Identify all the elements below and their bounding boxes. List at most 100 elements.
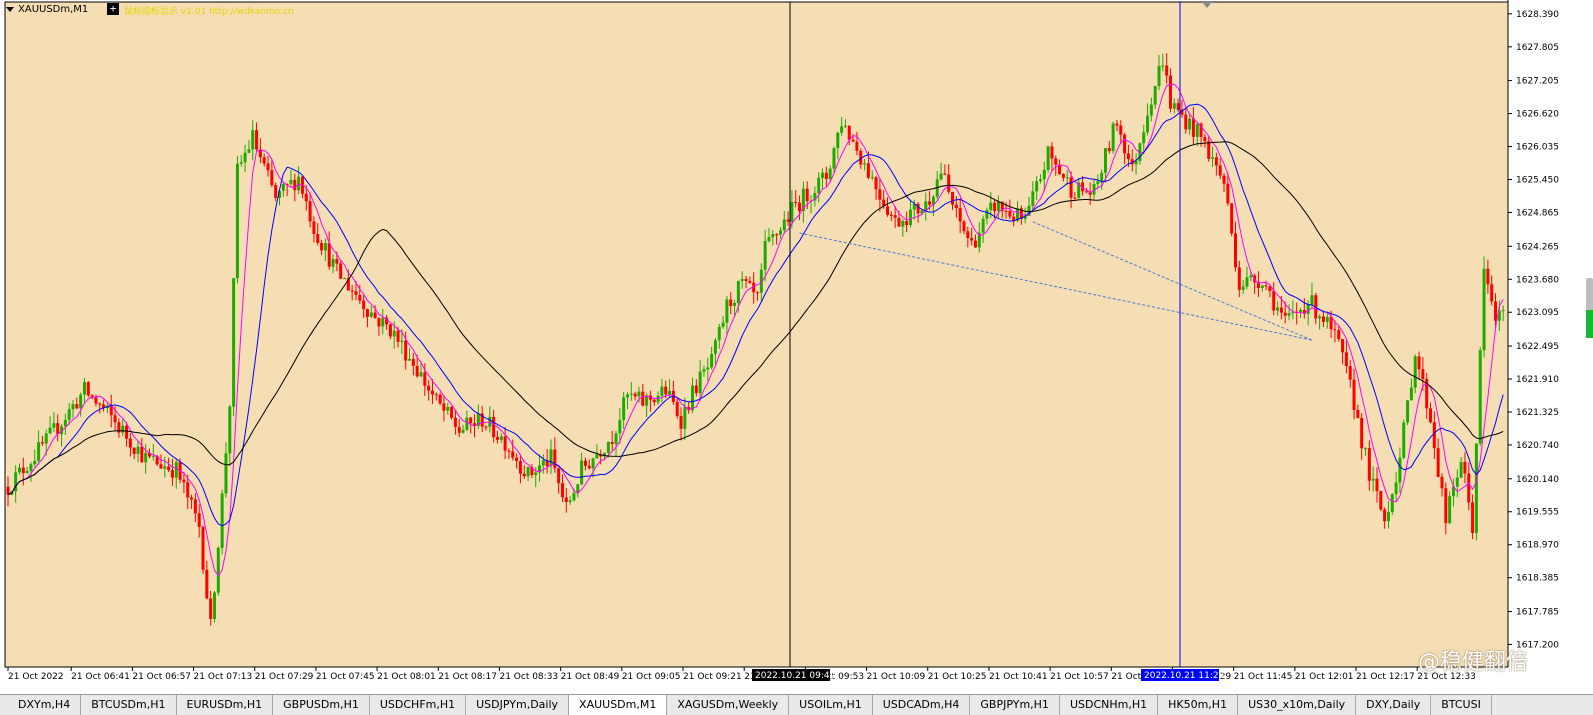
candle-body [947, 174, 951, 192]
candle-body [1471, 502, 1475, 533]
chevron-down-icon[interactable] [6, 7, 14, 12]
candle-body [427, 385, 431, 391]
tab-dxym-h4[interactable]: DXYm,H4 [0, 695, 82, 715]
candle-body [1031, 191, 1035, 206]
tab-xauusdm-m1[interactable]: XAUUSDm,M1 [569, 695, 668, 715]
candle-body [1421, 369, 1425, 379]
candle-body [1237, 267, 1241, 290]
candle-body [943, 173, 947, 175]
tab-gbpjpym-h1[interactable]: GBPJPYm,H1 [970, 695, 1060, 715]
tab-usdjpym-daily[interactable]: USDJPYm,Daily [466, 695, 570, 715]
candle-body [690, 385, 694, 411]
symbol-label[interactable]: XAUUSDm,M1 [6, 4, 88, 15]
candle-body [985, 210, 989, 219]
candle-body [1482, 268, 1486, 351]
candle-body [1035, 181, 1039, 192]
candle-body [316, 233, 320, 243]
candle-body [224, 453, 228, 494]
candle-body [1222, 175, 1226, 184]
candle-body [450, 406, 454, 418]
candle-body [710, 353, 714, 368]
candle-body [1455, 477, 1459, 487]
candle-body [507, 450, 511, 452]
candle-body [63, 420, 67, 427]
candle-body [897, 217, 901, 227]
candle-body [404, 340, 408, 361]
candle-body [1050, 146, 1054, 159]
candle-body [553, 449, 557, 469]
price-tick-label: 1623.680 [1516, 275, 1559, 285]
candle-body [1038, 179, 1042, 182]
price-tick-label: 1620.740 [1516, 441, 1559, 451]
candle-body [981, 218, 985, 233]
candle-body [465, 417, 469, 430]
candle-body [1287, 313, 1291, 316]
candle-body [1494, 301, 1498, 321]
candle-body [243, 152, 247, 163]
tab-usoilm-h1[interactable]: USOILm,H1 [789, 695, 873, 715]
candle-body [220, 493, 224, 548]
price-tick-label: 1619.555 [1516, 508, 1559, 518]
candle-body [29, 464, 33, 472]
tab-usdchfm-h1[interactable]: USDCHFm,H1 [369, 695, 467, 715]
candle-body [1191, 118, 1195, 137]
candle-body [836, 132, 840, 149]
chart-area[interactable]: 1628.390 1627.805 1627.205 1626.620 1626.035… [0, 0, 1593, 694]
price-tick-label: 1623.095 [1516, 308, 1559, 318]
candle-body [170, 470, 174, 478]
candle-body [56, 423, 60, 435]
crosshair-time-label: 2022.10.21 09:44 [755, 671, 836, 681]
price-tick-label: 1627.805 [1516, 43, 1559, 53]
candle-body [86, 382, 90, 396]
candle-body [113, 415, 117, 423]
candle-body [560, 483, 564, 498]
candle-body [495, 437, 499, 440]
candle-body [1149, 104, 1153, 116]
tab-xagusdm-weekly[interactable]: XAGUSDm,Weekly [667, 695, 790, 715]
candle-body [924, 201, 928, 211]
price-tick-label: 1621.325 [1516, 408, 1559, 418]
candle-body [583, 460, 587, 466]
price-tick-label: 1628.390 [1516, 10, 1559, 20]
candle-body [167, 466, 171, 471]
candle-body [798, 202, 802, 212]
candle-body [1321, 316, 1325, 322]
candle-body [461, 429, 465, 433]
candle-body [140, 446, 144, 463]
candle-body [423, 372, 427, 386]
candle-body [1429, 408, 1433, 423]
candle-body [717, 326, 721, 341]
tab-usdcnhm-h1[interactable]: USDCNHm,H1 [1059, 695, 1159, 715]
candle-body [293, 179, 297, 191]
tab-eurusdm-h1[interactable]: EURUSDm,H1 [176, 695, 274, 715]
tab-dxy-daily[interactable]: DXY,Daily [1356, 695, 1432, 715]
candle-body [255, 130, 259, 150]
candle-body [484, 426, 488, 428]
tab-us30-x10m-daily[interactable]: US30_x10m,Daily [1238, 695, 1357, 715]
candle-body [37, 442, 41, 461]
tab-gbpusdm-h1[interactable]: GBPUSDm,H1 [273, 695, 370, 715]
candle-body [541, 460, 545, 466]
candle-body [610, 442, 614, 445]
time-tick-label: 21 Oct 08:01 [377, 672, 436, 682]
candle-body [251, 130, 255, 150]
candle-body [1146, 115, 1150, 133]
candle-body [625, 394, 629, 398]
candle-body [392, 330, 396, 337]
tab-btcusdm-h1[interactable]: BTCUSDm,H1 [81, 695, 177, 715]
price-level-marker[interactable] [1586, 310, 1593, 338]
tab-hk50m-h1[interactable]: HK50m,H1 [1158, 695, 1239, 715]
expert-advisor-button[interactable]: + [107, 3, 119, 15]
tab-btcusi[interactable]: BTCUSI [1431, 695, 1492, 715]
indicator-info-text: 鼠标指标显示 v1.01 http://wdkanmo.cn [124, 7, 294, 17]
candle-body [362, 300, 366, 310]
candle-body [186, 482, 190, 498]
tab-usdcadm-h4[interactable]: USDCADm,H4 [872, 695, 971, 715]
time-tick-label: 21 Oct 10:41 [989, 672, 1048, 682]
candle-body [163, 466, 167, 469]
candle-body [174, 462, 178, 478]
price-chart[interactable]: 1628.390 1627.805 1627.205 1626.620 1626.035… [0, 0, 1593, 694]
candle-body [828, 168, 832, 180]
candle-body [958, 207, 962, 222]
candle-body [1195, 123, 1199, 137]
